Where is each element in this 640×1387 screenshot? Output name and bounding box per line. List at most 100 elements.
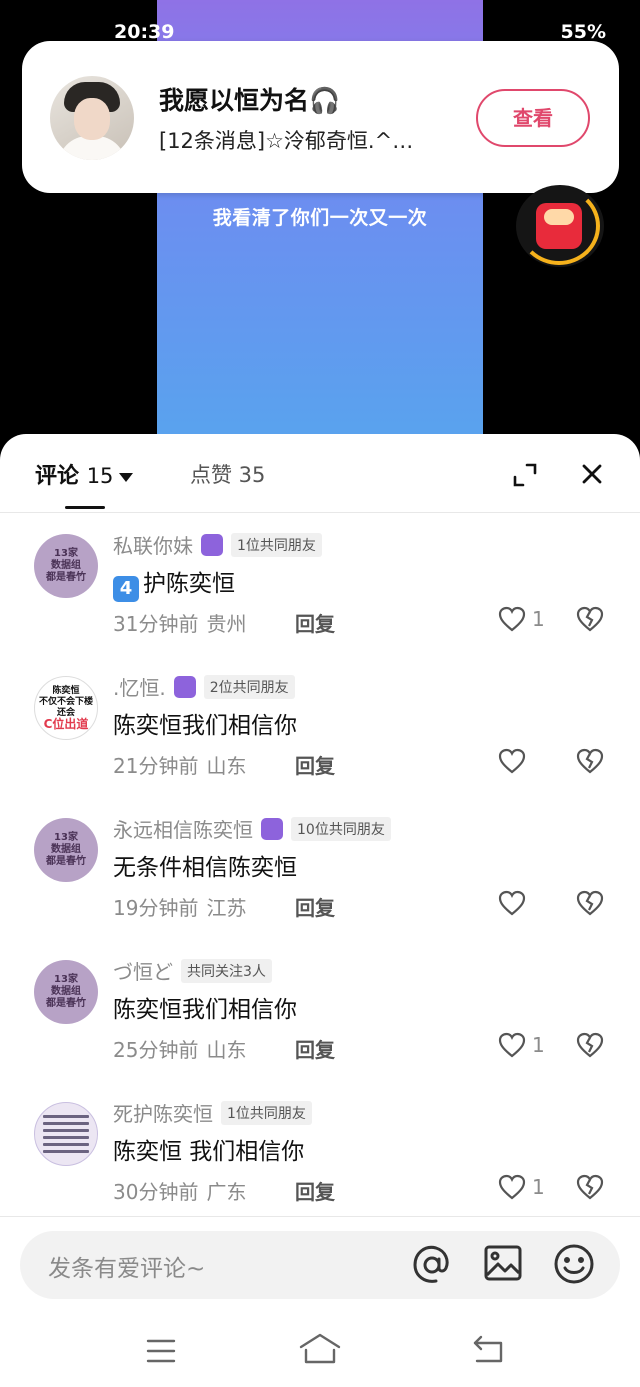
commenter-name[interactable]: 死护陈奕恒 [113, 1098, 213, 1127]
system-nav-bar [0, 1318, 640, 1387]
mutual-friends-tag: 10位共同朋友 [291, 816, 391, 841]
tab-comments-label: 评论 [35, 464, 80, 489]
tab-comments[interactable]: 评论 15 [35, 458, 134, 490]
reply-button[interactable]: 回复 [295, 608, 335, 637]
like-count: 1 [532, 607, 545, 631]
avatar-text-line: 13家 [54, 548, 78, 559]
caret-down-icon [119, 472, 134, 482]
avatar-text-line: 数据组 [51, 844, 81, 855]
emoji-icon[interactable] [552, 1242, 596, 1286]
comment-time: 25分钟前 [113, 1038, 199, 1062]
at-mention-icon[interactable] [410, 1243, 454, 1287]
like-button[interactable]: 1 [498, 606, 545, 632]
comment-meta: 19分钟前 江苏 [113, 892, 246, 921]
commenter-avatar[interactable]: 陈奕恒 不仅不会下楼 还会 C位出道 [34, 676, 98, 740]
avatar-text-line: 13家 [54, 832, 78, 843]
badge-icon [173, 675, 196, 698]
video-lyric: 我看清了你们一次又一次 [212, 207, 428, 229]
mutual-follow-tag: 共同关注3人 [181, 958, 272, 983]
broken-heart-icon[interactable] [576, 748, 604, 774]
menu-icon[interactable] [146, 1338, 176, 1364]
like-button[interactable]: 1 [498, 1174, 545, 1200]
like-button[interactable]: 1 [498, 1032, 545, 1058]
comment-input-placeholder: 发条有爱评论~ [48, 1256, 206, 1282]
comment-text: 陈奕恒 我们相信你 [113, 1139, 305, 1165]
comment-text: 4 护陈奕恒 [113, 564, 235, 602]
avatar-text-line: 都是春竹 [46, 998, 86, 1009]
commenter-name[interactable]: づ恒ど [113, 956, 173, 985]
comment-location: 山东 [206, 1038, 247, 1062]
image-icon[interactable] [483, 1243, 523, 1283]
comment-time: 19分钟前 [113, 896, 199, 920]
comment-meta: 30分钟前 广东 [113, 1176, 246, 1205]
comment-item[interactable]: 13家 数据组 都是春竹 づ恒ど 共同关注3人 陈奕恒我们相信你 25分钟前 山东… [0, 958, 640, 1102]
avatar-text-line: 13家 [54, 974, 78, 985]
message-notification[interactable]: 我愿以恒为名🎧 [12条消息]☆泠郁奇恒.^… 查看 [22, 41, 619, 193]
broken-heart-icon[interactable] [576, 1174, 604, 1200]
reply-button[interactable]: 回复 [295, 1176, 335, 1205]
heart-icon [498, 748, 526, 774]
commenter-avatar[interactable]: 13家 数据组 都是春竹 [34, 534, 98, 598]
red-packet-button[interactable] [516, 185, 604, 267]
badge-icon [201, 533, 223, 556]
reply-button[interactable]: 回复 [295, 750, 335, 779]
avatar-text-line: 不仅不会下楼 [38, 697, 93, 707]
comment-item[interactable]: 13家 数据组 都是春竹 永远相信陈奕恒 10位共同朋友 无条件相信陈奕恒 19… [0, 816, 640, 960]
mutual-friends-tag: 2位共同朋友 [203, 674, 295, 699]
comment-meta: 21分钟前 山东 [113, 750, 246, 779]
commenter-name[interactable]: 私联你妹 [113, 530, 193, 559]
broken-heart-icon[interactable] [576, 606, 604, 632]
like-button[interactable] [498, 748, 532, 774]
coin-icon [544, 209, 574, 225]
avatar-text-line: 数据组 [51, 986, 81, 997]
comment-location: 贵州 [206, 612, 247, 636]
like-count: 1 [532, 1175, 545, 1199]
comment-location: 山东 [206, 754, 247, 778]
like-count: 1 [532, 1033, 545, 1057]
mutual-friends-tag: 1位共同朋友 [221, 1100, 312, 1125]
commenter-name[interactable]: .忆恒. [113, 672, 166, 701]
notification-message: [12条消息]☆泠郁奇恒.^… [159, 129, 414, 153]
comment-item[interactable]: 13家 数据组 都是春竹 私联你妹 1位共同朋友 4 护陈奕恒 31分钟前 贵州 回… [0, 532, 640, 676]
notification-avatar [50, 76, 134, 160]
comment-text: 陈奕恒我们相信你 [113, 997, 297, 1023]
commenter-avatar[interactable]: 13家 数据组 都是春竹 [34, 960, 98, 1024]
notification-title: 我愿以恒为名🎧 [159, 86, 341, 115]
comment-location: 广东 [206, 1180, 247, 1204]
tab-likes[interactable]: 点赞 35 [190, 459, 265, 489]
comment-item[interactable]: 死护陈奕恒 1位共同朋友 陈奕恒 我们相信你 30分钟前 广东 回复 1 [0, 1100, 640, 1244]
comment-time: 31分钟前 [113, 612, 199, 636]
avatar-text-line: 数据组 [51, 560, 81, 571]
reply-button[interactable]: 回复 [295, 1034, 335, 1063]
comment-item[interactable]: 陈奕恒 不仅不会下楼 还会 C位出道 .忆恒. 2位共同朋友 陈奕恒我们相信你 … [0, 674, 640, 818]
back-icon[interactable] [471, 1334, 505, 1364]
comment-time: 21分钟前 [113, 754, 199, 778]
mutual-friends-tag: 1位共同朋友 [231, 532, 322, 557]
avatar-text-line: 都是春竹 [46, 572, 86, 583]
broken-heart-icon[interactable] [576, 1032, 604, 1058]
number-4-emoji: 4 [113, 576, 139, 602]
comment-time: 30分钟前 [113, 1180, 199, 1204]
commenter-avatar[interactable]: 13家 数据组 都是春竹 [34, 818, 98, 882]
commenter-avatar[interactable] [34, 1102, 98, 1166]
comment-meta: 25分钟前 山东 [113, 1034, 246, 1063]
avatar-text-line: C位出道 [43, 717, 89, 731]
tab-active-indicator [65, 506, 105, 509]
comment-text: 无条件相信陈奕恒 [113, 855, 297, 881]
like-button[interactable] [498, 890, 532, 916]
reply-button[interactable]: 回复 [295, 892, 335, 921]
comment-text: 陈奕恒我们相信你 [113, 713, 297, 739]
commenter-name[interactable]: 永远相信陈奕恒 [113, 814, 253, 843]
comment-input[interactable]: 发条有爱评论~ [20, 1231, 620, 1299]
heart-icon [498, 1174, 526, 1200]
view-button[interactable]: 查看 [476, 89, 590, 147]
close-icon[interactable] [578, 460, 606, 488]
expand-icon[interactable] [512, 462, 538, 488]
home-icon[interactable] [298, 1332, 342, 1366]
input-divider [0, 1216, 640, 1217]
comment-meta: 31分钟前 贵州 [113, 608, 246, 637]
status-time: 20:39 [114, 21, 175, 43]
battery-level: 55% [560, 21, 606, 43]
sheet-divider [0, 512, 640, 513]
broken-heart-icon[interactable] [576, 890, 604, 916]
